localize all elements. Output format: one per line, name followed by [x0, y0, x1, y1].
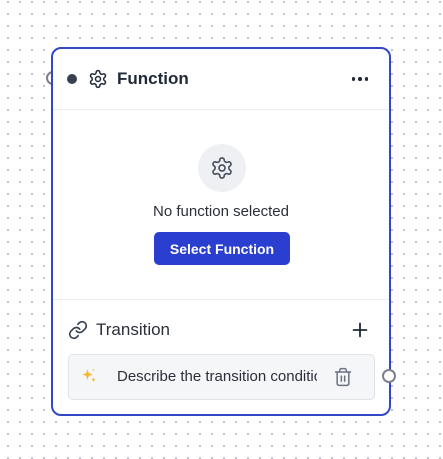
add-transition-button[interactable]	[349, 319, 371, 341]
transition-condition-row	[68, 354, 375, 400]
node-title: Function	[117, 69, 189, 88]
node-header: Function	[53, 49, 389, 110]
gear-icon	[89, 69, 107, 89]
transition-condition-input[interactable]	[117, 364, 317, 388]
empty-state-icon	[198, 144, 246, 192]
delete-condition-button[interactable]	[333, 367, 353, 387]
select-function-button[interactable]: Select Function	[154, 232, 290, 265]
link-icon	[68, 320, 88, 340]
gear-icon	[212, 157, 232, 179]
more-options-button[interactable]	[346, 67, 374, 91]
transition-label: Transition	[96, 320, 171, 339]
sparkles-icon	[82, 368, 96, 382]
function-node[interactable]: Function No function selected Select Fun…	[51, 47, 391, 416]
status-dot	[67, 74, 77, 84]
empty-state-message: No function selected	[153, 203, 289, 220]
output-handle[interactable]	[382, 369, 396, 383]
more-horizontal-icon	[351, 77, 356, 81]
section-divider	[53, 299, 389, 300]
